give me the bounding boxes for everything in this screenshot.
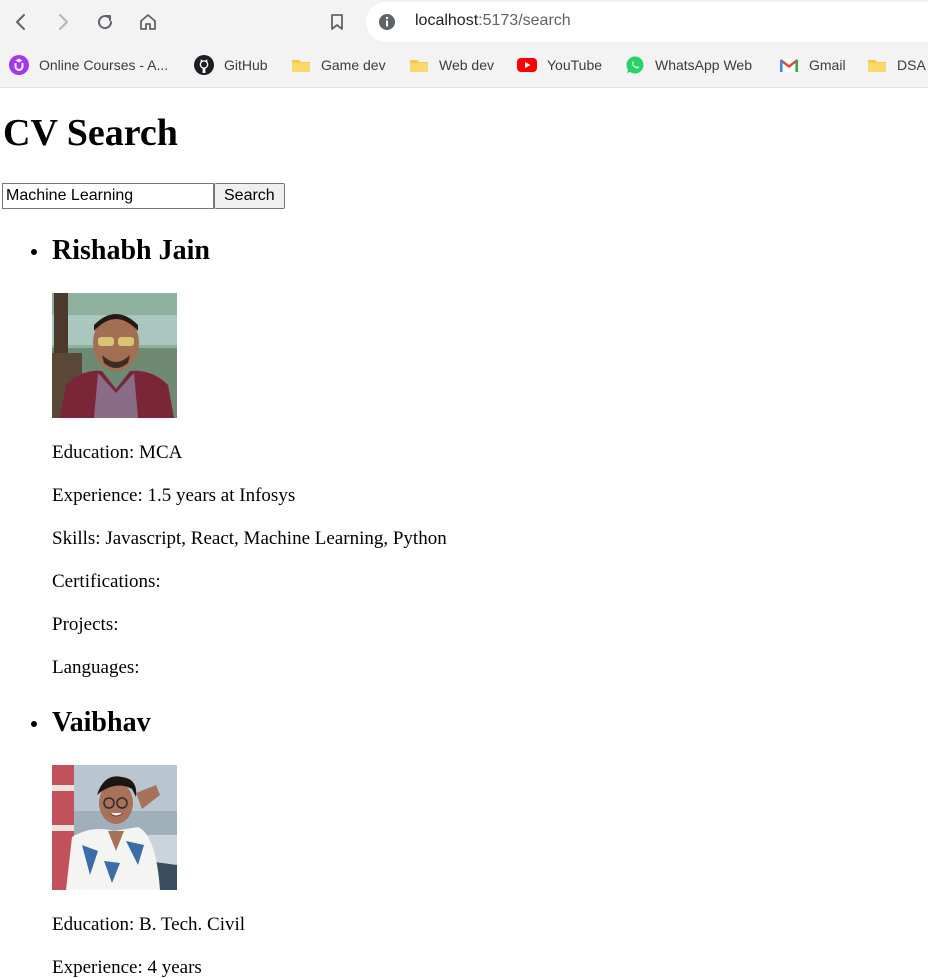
cv-name: Rishabh Jain bbox=[31, 235, 210, 267]
search-form: Search bbox=[2, 183, 285, 209]
home-icon bbox=[140, 14, 156, 30]
cv-result-item: Vaibhav Education: B. Tech. Civil Experi… bbox=[31, 707, 245, 978]
url-host: localhost bbox=[415, 12, 479, 29]
bookmark-game-dev[interactable]: Game dev bbox=[291, 54, 386, 76]
cv-name-text: Rishabh Jain bbox=[52, 235, 210, 266]
address-url[interactable]: localhost:5173/search bbox=[415, 12, 571, 30]
youtube-icon bbox=[517, 55, 537, 75]
bookmark-whatsapp[interactable]: WhatsApp Web bbox=[625, 54, 752, 76]
search-input[interactable] bbox=[2, 183, 214, 209]
folder-icon bbox=[867, 55, 887, 75]
search-button[interactable]: Search bbox=[214, 183, 285, 209]
folder-icon bbox=[409, 55, 429, 75]
info-icon[interactable] bbox=[378, 13, 396, 31]
home-button[interactable] bbox=[134, 8, 162, 36]
gmail-icon bbox=[779, 55, 799, 75]
page-content: CV Search Search Rishabh Jain Educati bbox=[0, 89, 928, 978]
cv-education: Education: MCA bbox=[52, 442, 183, 463]
bookmark-label: YouTube bbox=[547, 57, 603, 73]
bookmark-button[interactable] bbox=[323, 8, 351, 36]
cv-photo bbox=[52, 765, 177, 890]
back-button[interactable] bbox=[7, 8, 35, 36]
cv-photo bbox=[52, 293, 177, 418]
bookmark-online-courses[interactable]: Online Courses - A... bbox=[9, 54, 168, 76]
bookmark-gmail[interactable]: Gmail bbox=[779, 54, 846, 76]
bookmark-label: DSA bbox=[897, 57, 926, 73]
cv-result-item: Rishabh Jain Education: MCA Experience: … bbox=[31, 235, 447, 678]
bookmark-label: Online Courses - A... bbox=[39, 57, 169, 73]
browser-chrome: localhost:5173/search Online Courses - A… bbox=[0, 0, 928, 88]
udemy-icon bbox=[9, 55, 29, 75]
page-title: CV Search bbox=[3, 112, 178, 154]
bullet-marker bbox=[31, 721, 37, 727]
arrow-right-icon bbox=[59, 14, 68, 30]
bullet-marker bbox=[31, 249, 37, 255]
whatsapp-icon bbox=[625, 55, 645, 75]
reload-icon bbox=[98, 15, 113, 30]
browser-toolbar: localhost:5173/search bbox=[0, 0, 928, 44]
bookmarks-bar: Online Courses - A... GitHub Game dev We… bbox=[0, 50, 928, 80]
bookmark-dsa[interactable]: DSA bbox=[867, 54, 926, 76]
bookmark-github[interactable]: GitHub bbox=[194, 54, 268, 76]
cv-projects: Projects: bbox=[52, 614, 119, 635]
reload-button[interactable] bbox=[91, 8, 119, 36]
bookmark-icon bbox=[331, 14, 343, 30]
bookmark-label: Game dev bbox=[321, 57, 386, 73]
cv-education: Education: B. Tech. Civil bbox=[52, 914, 246, 935]
folder-icon bbox=[291, 55, 311, 75]
cv-skills: Skills: Javascript, React, Machine Learn… bbox=[52, 528, 447, 549]
cv-languages: Languages: bbox=[52, 657, 140, 678]
cv-experience: Experience: 1.5 years at Infosys bbox=[52, 485, 296, 506]
cv-name: Vaibhav bbox=[31, 707, 151, 739]
url-path: :5173/search bbox=[478, 12, 571, 29]
bookmark-label: Gmail bbox=[809, 57, 846, 73]
forward-button[interactable] bbox=[49, 8, 77, 36]
bookmark-label: WhatsApp Web bbox=[655, 57, 753, 73]
bookmark-label: GitHub bbox=[224, 57, 268, 73]
bookmark-label: Web dev bbox=[439, 57, 494, 73]
address-bar[interactable]: localhost:5173/search bbox=[366, 2, 928, 42]
bookmark-youtube[interactable]: YouTube bbox=[517, 54, 602, 76]
github-icon bbox=[194, 55, 214, 75]
cv-name-text: Vaibhav bbox=[52, 707, 151, 738]
cv-experience: Experience: 4 years bbox=[52, 957, 202, 978]
cv-certifications: Certifications: bbox=[52, 571, 161, 592]
arrow-left-icon bbox=[16, 14, 25, 30]
bookmark-web-dev[interactable]: Web dev bbox=[409, 54, 494, 76]
